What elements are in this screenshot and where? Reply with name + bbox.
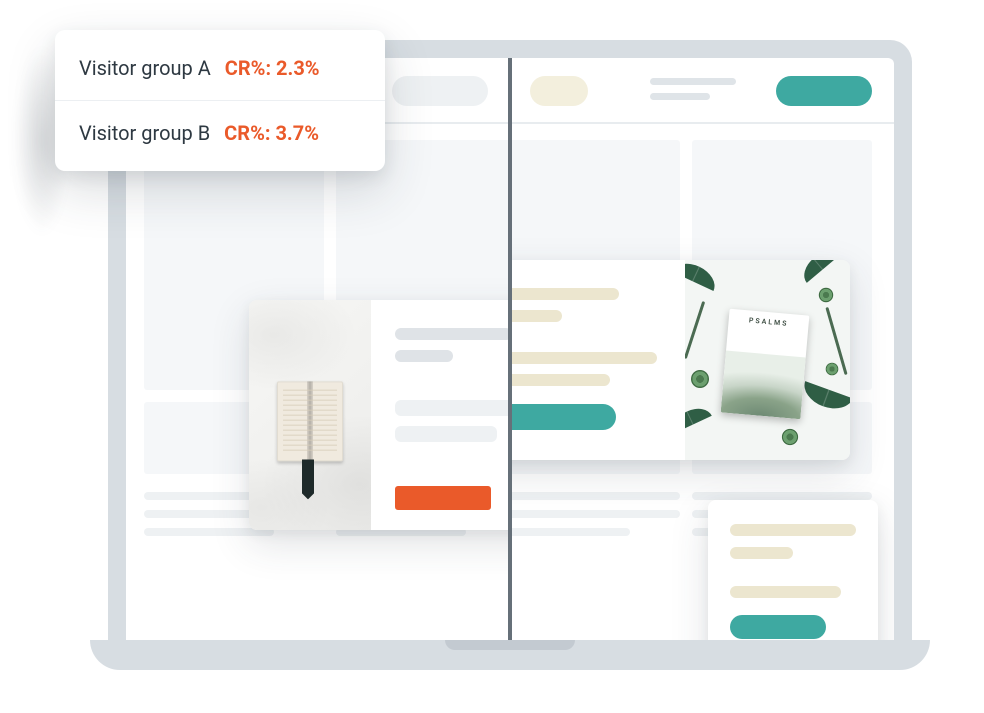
skeleton-line: [510, 310, 562, 322]
group-b-label: Visitor group B: [79, 121, 210, 145]
skeleton-line: [730, 524, 856, 536]
metrics-row-a: Visitor group A CR%: 2.3%: [55, 36, 385, 100]
psalms-booklet: PSALMS: [721, 309, 810, 420]
skeleton-line: [510, 288, 619, 300]
nav-cta-placeholder: [392, 76, 488, 106]
group-b-metric: CR%: 3.7%: [224, 121, 319, 145]
skeleton-line: [730, 547, 793, 559]
group-a-metric: CR%: 2.3%: [225, 56, 320, 80]
group-a-label: Visitor group A: [79, 56, 211, 80]
split-divider: [508, 58, 512, 640]
variant-b-small-card: [708, 500, 878, 640]
skeleton-block: [395, 426, 497, 442]
nav-line: [650, 78, 736, 85]
laptop-base: [90, 640, 930, 670]
nav-lines: [650, 78, 736, 100]
variant-b-nav: [510, 58, 894, 124]
variant-b-cta-button: [510, 404, 616, 430]
psalms-title: PSALMS: [728, 315, 808, 330]
variant-b-popup-image: PSALMS: [685, 260, 850, 460]
book-scene: [249, 300, 371, 530]
skeleton-line: [510, 352, 657, 364]
variant-b-popup-text: [510, 260, 685, 460]
variant-b-popup-card: PSALMS: [510, 260, 850, 460]
logo-placeholder: [530, 76, 588, 106]
metrics-row-b: Visitor group B CR%: 3.7%: [55, 100, 385, 165]
text-row: [510, 528, 630, 536]
variant-a-popup-card: [249, 300, 510, 530]
skeleton-line: [730, 586, 841, 598]
botanical-scene: PSALMS: [685, 260, 850, 460]
laptop-notch: [445, 640, 575, 650]
variant-b-grid: PSALMS: [510, 140, 876, 640]
metrics-card: Visitor group A CR%: 2.3% Visitor group …: [55, 30, 385, 171]
skeleton-line: [395, 328, 510, 340]
nav-line: [650, 93, 710, 100]
variant-a-popup-text: [371, 300, 510, 530]
skeleton-line: [510, 374, 610, 386]
variant-b-small-cta-button: [730, 615, 826, 639]
variant-b-side: PSALMS: [510, 58, 894, 640]
variant-a-cta-button: [395, 486, 491, 510]
text-row: [692, 492, 872, 500]
skeleton-line: [395, 350, 453, 362]
variant-a-grid: [144, 140, 510, 640]
text-row: [510, 510, 680, 518]
skeleton-block: [395, 400, 510, 416]
text-row: [510, 492, 680, 500]
variant-a-popup-image: [249, 300, 371, 530]
nav-cta-button: [776, 76, 872, 106]
